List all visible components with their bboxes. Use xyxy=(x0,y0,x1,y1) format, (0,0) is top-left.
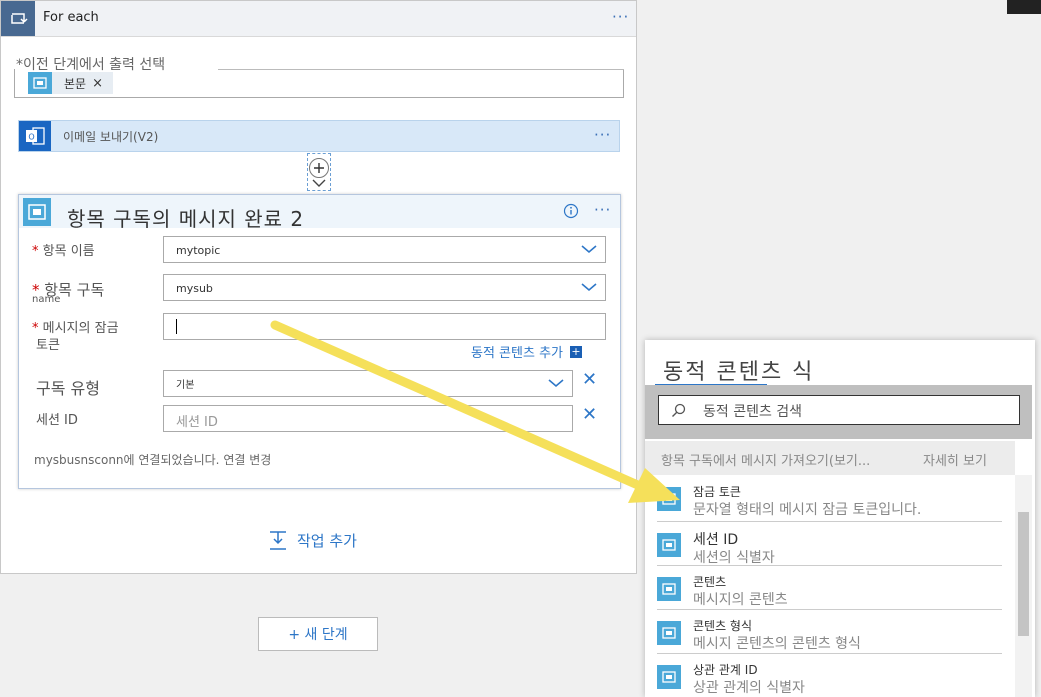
outlook-icon: O xyxy=(19,121,51,151)
sub-type-label: 구독 유형 xyxy=(36,379,100,398)
dynamic-item-name: 잠금 토큰 xyxy=(693,485,741,499)
sub-type-clear-icon[interactable]: ✕ xyxy=(582,369,597,390)
foreach-more-icon[interactable]: ··· xyxy=(612,8,629,26)
info-icon[interactable] xyxy=(563,203,579,219)
chevron-down-icon xyxy=(581,283,597,292)
dynamic-search-area: 동적 콘텐츠 검색 xyxy=(645,385,1032,439)
send-email-more-icon[interactable]: ··· xyxy=(594,126,611,144)
dynamic-panel-title: 동적 콘텐츠 식 xyxy=(663,360,815,385)
dynamic-item-desc: 상관 관계의 식별자 xyxy=(693,680,805,696)
chevron-down-icon xyxy=(581,245,597,254)
send-email-step[interactable]: O 이메일 보내기(V2) ··· xyxy=(18,120,620,152)
dynamic-item-content[interactable]: 콘텐츠 메시지의 콘텐츠 xyxy=(657,573,1002,610)
foreach-header[interactable]: For each ··· xyxy=(1,1,636,37)
subscription-label-sub: name xyxy=(32,294,61,305)
lock-token-label-2: 토큰 xyxy=(36,338,60,353)
dynamic-item-name: 세션 ID xyxy=(693,532,739,548)
service-bus-icon xyxy=(23,198,51,226)
subscription-value: mysub xyxy=(176,282,213,295)
add-action-label: 작업 추가 xyxy=(297,531,357,550)
lock-token-input[interactable] xyxy=(163,313,606,340)
subscription-select[interactable]: mysub xyxy=(163,274,606,301)
loop-icon xyxy=(1,1,35,36)
topic-select[interactable]: mytopic xyxy=(163,236,606,263)
add-action-button[interactable]: 작업 추가 xyxy=(267,529,357,551)
sub-type-select[interactable]: 기본 xyxy=(163,370,573,397)
window-corner xyxy=(1007,0,1041,14)
card-more-icon[interactable]: ··· xyxy=(594,201,611,219)
dynamic-item-desc: 메시지 콘텐츠의 콘텐츠 형식 xyxy=(693,636,861,652)
svg-text:O: O xyxy=(28,133,34,142)
sub-type-value: 기본 xyxy=(176,380,195,391)
dynamic-content-panel: 동적 콘텐츠 식 동적 콘텐츠 검색 항목 구독에서 메시지 가져오기(보기..… xyxy=(645,340,1035,697)
new-step-button[interactable]: + 새 단계 xyxy=(258,617,378,651)
add-dynamic-label: 동적 콘텐츠 추가 xyxy=(471,346,563,361)
dynamic-item-content-type[interactable]: 콘텐츠 형식 메시지 콘텐츠의 콘텐츠 형식 xyxy=(657,617,1002,654)
add-dynamic-plus-icon: + xyxy=(570,344,582,358)
add-dynamic-content-link[interactable]: 동적 콘텐츠 추가 + xyxy=(471,342,582,361)
chevron-down-icon xyxy=(548,379,564,388)
dynamic-item-name: 상관 관계 ID xyxy=(693,663,758,677)
session-clear-icon[interactable]: ✕ xyxy=(582,404,597,425)
connection-text: mysbusnsconn에 연결되었습니다. xyxy=(34,453,220,467)
complete-message-card: 항목 구독의 메시지 완료 2 ··· * 항목 이름 mytopic * 항목… xyxy=(18,194,621,489)
dynamic-section-header: 항목 구독에서 메시지 가져오기(보기... 자세히 보기 xyxy=(645,441,1015,475)
session-label: 세션 ID xyxy=(36,413,78,428)
change-connection-link[interactable]: 연결 변경 xyxy=(223,453,271,467)
session-placeholder: 세션 ID xyxy=(176,415,218,430)
service-bus-icon xyxy=(657,621,681,645)
topic-value: mytopic xyxy=(176,244,221,257)
card-title: 항목 구독의 메시지 완료 2 xyxy=(67,207,305,231)
dynamic-item-name: 콘텐츠 xyxy=(693,575,727,589)
dynamic-item-desc: 세션의 식별자 xyxy=(693,550,775,566)
dynamic-item-desc: 메시지의 콘텐츠 xyxy=(693,592,788,608)
token-label: 본문 xyxy=(64,76,87,91)
insert-step-icon[interactable] xyxy=(309,158,329,178)
text-cursor xyxy=(176,319,177,334)
dynamic-item-name: 콘텐츠 형식 xyxy=(693,619,753,633)
dynamic-item-session-id[interactable]: 세션 ID 세션의 식별자 xyxy=(657,529,1002,566)
dynamic-scrollbar-thumb[interactable] xyxy=(1018,512,1029,636)
dynamic-item-desc: 문자열 형태의 메시지 잠금 토큰입니다. xyxy=(693,502,922,518)
foreach-title: For each xyxy=(43,10,99,25)
search-icon xyxy=(672,403,686,417)
prev-output-line xyxy=(218,69,624,70)
topic-label: * 항목 이름 xyxy=(32,244,95,259)
card-header[interactable]: 항목 구독의 메시지 완료 2 ··· xyxy=(19,195,620,231)
session-input[interactable]: 세션 ID xyxy=(163,405,573,432)
prev-output-label: *이전 단계에서 출력 선택 xyxy=(16,57,166,73)
add-action-icon xyxy=(270,531,286,550)
dynamic-item-lock-token[interactable]: 잠금 토큰 문자열 형태의 메시지 잠금 토큰입니다. xyxy=(657,483,1002,522)
foreach-container: For each ··· *이전 단계에서 출력 선택 본문 × O 이메일 보… xyxy=(0,0,637,574)
connector-arrow-icon xyxy=(312,179,326,187)
dynamic-search-input[interactable]: 동적 콘텐츠 검색 xyxy=(658,395,1020,425)
body-token[interactable]: 본문 × xyxy=(28,72,113,94)
dynamic-search-placeholder: 동적 콘텐츠 검색 xyxy=(703,404,803,420)
send-email-title: 이메일 보내기(V2) xyxy=(63,130,159,144)
connection-status: mysbusnsconn에 연결되었습니다. 연결 변경 xyxy=(34,451,271,468)
dynamic-item-correlation-id[interactable]: 상관 관계 ID 상관 관계의 식별자 xyxy=(657,661,1002,697)
token-remove-icon[interactable]: × xyxy=(92,76,113,91)
service-bus-icon xyxy=(657,487,681,511)
see-more-link[interactable]: 자세히 보기 xyxy=(923,450,987,469)
service-bus-icon xyxy=(28,72,52,94)
service-bus-icon xyxy=(657,533,681,557)
service-bus-icon xyxy=(657,577,681,601)
service-bus-icon xyxy=(657,665,681,689)
dynamic-section-title: 항목 구독에서 메시지 가져오기(보기... xyxy=(661,454,871,469)
